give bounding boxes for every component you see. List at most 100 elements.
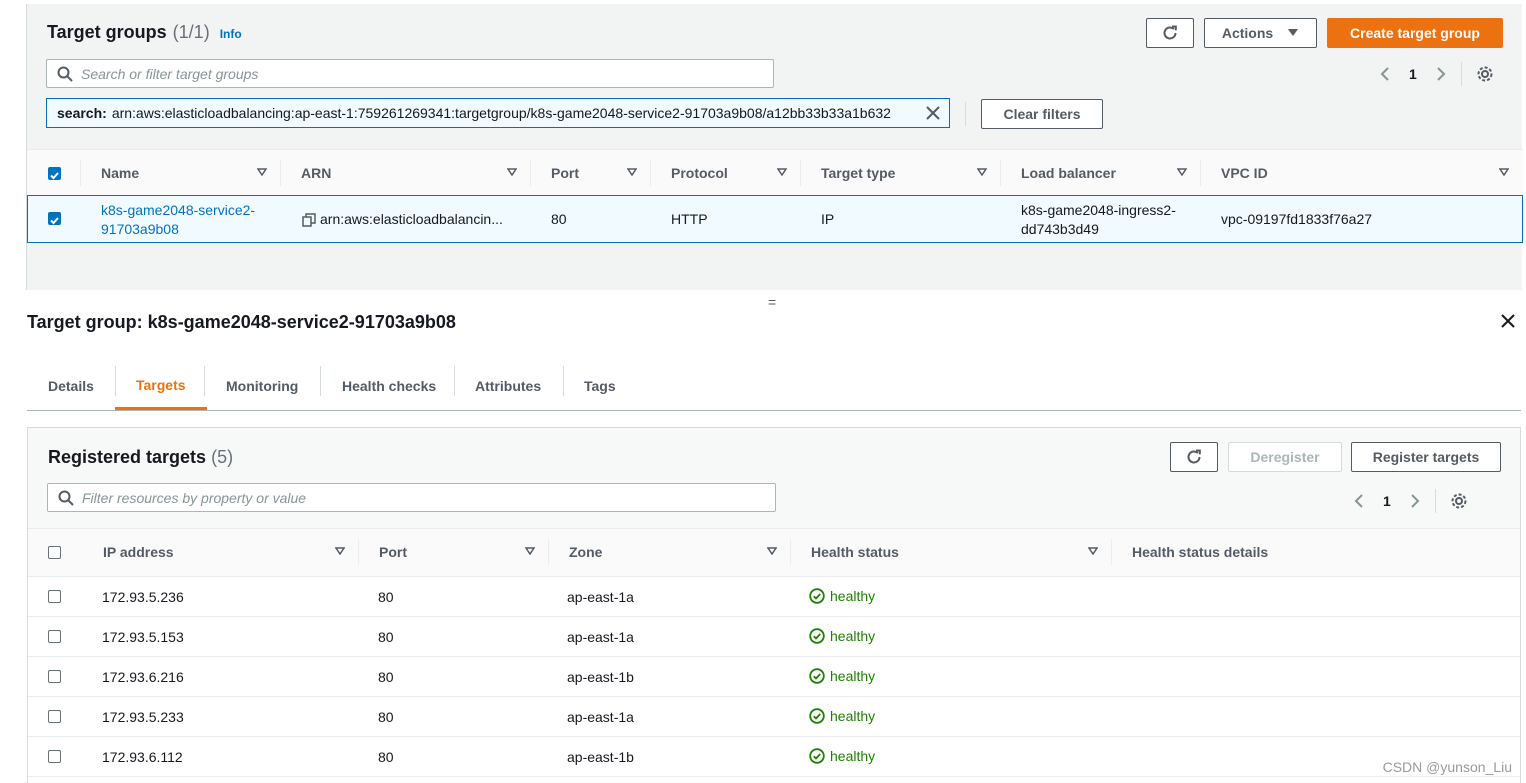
targets-filter-input[interactable]: Filter resources by property or value xyxy=(47,483,776,512)
target-row[interactable]: 172.93.5.153 80 ap-east-1a healthy xyxy=(28,617,1520,657)
target-group-name-link[interactable]: k8s-game2048-service2- 91703a9b08 xyxy=(101,201,255,239)
column-load-balancer[interactable]: Load balancer xyxy=(1000,150,1201,196)
column-divider xyxy=(280,160,281,186)
register-targets-button[interactable]: Register targets xyxy=(1351,442,1501,472)
column-zone[interactable]: Zone xyxy=(548,529,791,575)
sort-caret-icon[interactable] xyxy=(1177,168,1187,176)
column-divider xyxy=(548,539,549,565)
tab-tags[interactable]: Tags xyxy=(563,362,637,410)
column-vpc-id[interactable]: VPC ID xyxy=(1200,150,1523,196)
filter-placeholder: Filter resources by property or value xyxy=(82,489,307,506)
column-divider xyxy=(1111,539,1112,565)
refresh-button[interactable] xyxy=(1146,18,1194,48)
settings-gear-icon[interactable] xyxy=(1450,492,1468,510)
column-arn[interactable]: ARN xyxy=(280,150,531,196)
target-port: 80 xyxy=(378,669,394,685)
column-protocol[interactable]: Protocol xyxy=(650,150,801,196)
sort-caret-icon[interactable] xyxy=(777,168,787,176)
sort-caret-icon[interactable] xyxy=(525,547,535,555)
target-zone: ap-east-1a xyxy=(567,589,634,605)
target-group-row[interactable]: k8s-game2048-service2- 91703a9b08 arn:aw… xyxy=(27,195,1523,243)
column-health-status-details[interactable]: Health status details xyxy=(1111,529,1520,575)
create-target-group-button[interactable]: Create target group xyxy=(1327,18,1503,48)
sort-caret-icon[interactable] xyxy=(257,168,267,176)
check-circle-icon xyxy=(809,708,825,724)
chevron-left-icon[interactable] xyxy=(1353,493,1365,509)
tab-monitoring[interactable]: Monitoring xyxy=(205,362,319,410)
target-ip: 172.93.5.233 xyxy=(102,709,184,725)
registered-targets-title: Registered targets (5) xyxy=(48,447,233,468)
settings-gear-icon[interactable] xyxy=(1476,65,1494,83)
health-status: healthy xyxy=(809,588,875,604)
target-row[interactable]: 172.93.5.233 80 ap-east-1a healthy xyxy=(28,697,1520,737)
target-groups-count: (1/1) xyxy=(172,22,210,42)
sort-caret-icon[interactable] xyxy=(627,168,637,176)
column-divider xyxy=(80,160,81,186)
remove-filter-icon[interactable] xyxy=(923,103,943,123)
chevron-right-icon[interactable] xyxy=(1435,66,1447,82)
row-checkbox[interactable] xyxy=(48,630,61,643)
target-groups-title: Target groups xyxy=(47,22,167,42)
sort-caret-icon[interactable] xyxy=(507,168,517,176)
tab-targets[interactable]: Targets xyxy=(115,362,207,410)
tab-details[interactable]: Details xyxy=(27,362,115,410)
target-group-arn: arn:aws:elasticloadbalancin... xyxy=(302,210,503,229)
column-health-status[interactable]: Health status xyxy=(790,529,1112,575)
select-all-checkbox[interactable] xyxy=(48,167,61,180)
copy-icon[interactable] xyxy=(302,212,316,227)
row-checkbox[interactable] xyxy=(48,212,61,225)
sort-caret-icon[interactable] xyxy=(1088,547,1098,555)
column-zone-label: Zone xyxy=(569,544,603,560)
tab-health-checks[interactable]: Health checks xyxy=(321,362,457,410)
target-row[interactable]: 172.93.6.112 80 ap-east-1b healthy xyxy=(28,737,1520,777)
tab-attributes[interactable]: Attributes xyxy=(454,362,562,410)
filter-token[interactable]: search: arn:aws:elasticloadbalancing:ap-… xyxy=(46,98,950,128)
target-groups-search-input[interactable]: Search or filter target groups xyxy=(46,59,774,88)
column-name-label: Name xyxy=(101,165,140,181)
actions-button[interactable]: Actions xyxy=(1204,18,1317,48)
column-port[interactable]: Port xyxy=(358,529,549,575)
chevron-left-icon[interactable] xyxy=(1379,66,1391,82)
row-checkbox[interactable] xyxy=(48,670,61,683)
deregister-button[interactable]: Deregister xyxy=(1228,442,1342,472)
registered-targets-panel: Registered targets (5) Deregister Regist… xyxy=(27,427,1521,783)
sort-caret-icon[interactable] xyxy=(335,547,345,555)
row-checkbox[interactable] xyxy=(48,710,61,723)
target-row[interactable]: 172.93.5.236 80 ap-east-1a healthy xyxy=(28,577,1520,617)
chevron-right-icon[interactable] xyxy=(1409,493,1421,509)
page-number[interactable]: 1 xyxy=(1383,493,1391,509)
row-checkbox[interactable] xyxy=(48,750,61,763)
sort-caret-icon[interactable] xyxy=(767,547,777,555)
health-status-text: healthy xyxy=(830,668,876,684)
close-icon[interactable] xyxy=(1500,313,1516,329)
page-number[interactable]: 1 xyxy=(1409,66,1417,82)
target-group-name-line2: 91703a9b08 xyxy=(101,221,179,237)
select-all-targets-checkbox[interactable] xyxy=(48,546,61,559)
column-divider xyxy=(790,539,791,565)
column-protocol-label: Protocol xyxy=(671,165,728,181)
targets-table-header: IP address Port Zone Health status Healt… xyxy=(28,528,1520,577)
target-ip: 172.93.6.112 xyxy=(102,749,183,765)
target-ip: 172.93.6.216 xyxy=(102,669,184,685)
health-status-text: healthy xyxy=(830,708,876,724)
column-name[interactable]: Name xyxy=(80,150,281,196)
target-group-port: 80 xyxy=(551,211,567,227)
column-divider xyxy=(530,160,531,186)
column-ip-address[interactable]: IP address xyxy=(83,529,359,575)
row-checkbox[interactable] xyxy=(48,590,61,603)
info-link[interactable]: Info xyxy=(220,27,242,41)
refresh-targets-button[interactable] xyxy=(1170,442,1218,472)
pagination-divider xyxy=(1460,62,1462,86)
sort-caret-icon[interactable] xyxy=(1499,168,1509,176)
column-target-type[interactable]: Target type xyxy=(800,150,1001,196)
target-row[interactable]: 172.93.6.216 80 ap-east-1b healthy xyxy=(28,657,1520,697)
target-group-name-line1: k8s-game2048-service2- xyxy=(101,202,256,218)
sort-caret-icon[interactable] xyxy=(977,168,987,176)
target-zone: ap-east-1a xyxy=(567,709,634,725)
panel-resize-handle[interactable]: = xyxy=(768,294,776,310)
column-port[interactable]: Port xyxy=(530,150,651,196)
filter-token-key: search: xyxy=(57,105,107,121)
clear-filters-button[interactable]: Clear filters xyxy=(981,99,1103,129)
target-ip: 172.93.5.236 xyxy=(102,589,184,605)
target-group-vpc-id: vpc-09197fd1833f76a27 xyxy=(1221,211,1373,227)
